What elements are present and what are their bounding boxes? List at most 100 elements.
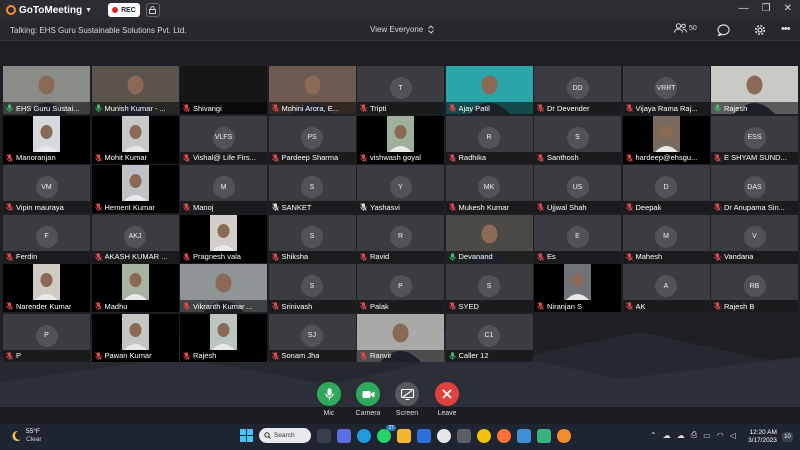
lock-button[interactable] [145, 3, 160, 17]
gear-icon[interactable] [754, 24, 766, 36]
battery-icon[interactable]: ▭ [703, 431, 711, 440]
participant-tile[interactable]: Ajay Patil [445, 66, 533, 114]
app-logo[interactable]: GoToMeeting ▼ [6, 5, 92, 16]
participant-tile[interactable]: AKJ AKASH KUMAR ... [91, 214, 179, 263]
participant-name: AK [635, 301, 646, 311]
participant-tile[interactable]: S SANKET [268, 165, 356, 213]
participant-tile[interactable]: Manoranjan [3, 115, 90, 164]
firefox-icon[interactable] [497, 428, 511, 443]
participant-nameplate: Mahesh [622, 250, 710, 263]
participant-tile[interactable]: Ranvir [357, 313, 444, 362]
screen-button-circle[interactable] [395, 382, 419, 406]
participant-tile[interactable]: ESS E SHYAM SUND... [711, 115, 798, 164]
participant-tile[interactable]: Hement Kumar [91, 165, 179, 213]
participant-tile[interactable]: S SYED [445, 264, 533, 312]
participant-tile[interactable]: PS Pardeep Sharma [268, 115, 356, 164]
participant-tile[interactable]: S Srinivash [268, 264, 356, 312]
participant-tile[interactable]: Rajesh [711, 66, 798, 114]
minimize-icon[interactable]: — [739, 3, 749, 14]
mic-button-circle[interactable] [317, 382, 341, 406]
chat-icon[interactable] [717, 24, 730, 36]
participant-tile[interactable]: VRRT Vijaya Rama Raj... [622, 66, 710, 114]
chevron-up-icon[interactable]: ⌃ [650, 431, 657, 440]
chrome-icon[interactable] [477, 428, 491, 443]
participant-tile[interactable]: E Es [534, 214, 621, 263]
participant-tile[interactable]: P Palak [357, 264, 444, 312]
leave-button-circle[interactable] [435, 382, 459, 406]
weather-widget[interactable]: 55°F Clear [10, 428, 42, 444]
cloud-icon[interactable]: ☁ [663, 431, 671, 440]
participant-tile[interactable]: SJ Sonam Jha [268, 313, 356, 362]
participant-tile[interactable]: R Ravid [357, 214, 444, 263]
edge-icon[interactable] [357, 428, 371, 443]
mic-off-icon [6, 203, 13, 211]
participant-tile[interactable]: VLFS Vishal@ Life Firs... [180, 115, 267, 164]
participant-tile[interactable]: V Vandana [711, 214, 798, 263]
windows-start-icon[interactable] [240, 429, 253, 442]
notification-badge[interactable]: 10 [782, 432, 793, 442]
participant-tile[interactable]: T Tripti [357, 66, 444, 114]
participant-tile[interactable]: Munish Kumar - ... [91, 66, 179, 114]
dell-icon[interactable] [437, 428, 451, 443]
wifi-icon[interactable]: ◠ [717, 431, 724, 440]
view-selector[interactable]: View Everyone [370, 25, 435, 34]
camera-button[interactable]: Camera [348, 382, 388, 417]
taskbar-search[interactable]: Search [259, 428, 311, 443]
participant-tile[interactable]: S Shiksha [268, 214, 356, 263]
screen-button[interactable]: Screen [387, 382, 427, 417]
app-icon[interactable] [457, 428, 471, 443]
gotomeeting-taskbar-icon[interactable] [557, 428, 571, 443]
photos-icon[interactable] [517, 428, 531, 443]
outlook-icon[interactable] [417, 428, 431, 443]
participant-tile[interactable]: Devanand [445, 214, 533, 263]
mic-button[interactable]: Mic [309, 382, 349, 417]
participant-tile[interactable]: RB Rajesh B [711, 264, 798, 312]
mic-off-icon [537, 203, 544, 211]
attendees-button[interactable]: 50 [674, 23, 697, 33]
speaker-icon[interactable]: ◁ [730, 431, 736, 440]
participant-tile[interactable]: hardeep@ehsgu... [622, 115, 710, 164]
participant-tile[interactable]: VM Vipin mauraya [3, 165, 90, 213]
participant-tile[interactable]: Mohit Kumar [91, 115, 179, 164]
participant-tile[interactable]: PP [3, 313, 90, 362]
task-view-icon[interactable] [317, 428, 331, 443]
participant-tile[interactable]: F Ferdin [3, 214, 90, 263]
participant-tile[interactable]: Pragnesh vala [180, 214, 267, 263]
participant-tile[interactable]: Mohini Arora, E... [268, 66, 356, 114]
camera-button-circle[interactable] [356, 382, 380, 406]
participant-tile[interactable]: M Manoj [180, 165, 267, 213]
participant-tile[interactable]: Shivangi [180, 66, 267, 114]
participant-tile[interactable]: D Deepak [622, 165, 710, 213]
participant-tile[interactable]: Vikranth Kumar ... [180, 264, 267, 312]
leave-button[interactable]: Leave [427, 382, 467, 417]
clock[interactable]: 12:20 AM 3/17/2023 [748, 429, 777, 445]
participant-tile[interactable]: vishwash goyal [357, 115, 444, 164]
participant-tile[interactable]: M Mahesh [622, 214, 710, 263]
close-icon[interactable]: ✕ [784, 3, 792, 14]
participant-tile[interactable]: DAS Dr Anupama Sin... [711, 165, 798, 213]
file-explorer-icon[interactable] [397, 428, 411, 443]
onedrive-icon[interactable]: ☁ [677, 431, 685, 440]
participant-tile[interactable]: US Ujjwal Shah [534, 165, 621, 213]
participant-tile[interactable]: Pawan Kumar [91, 313, 179, 362]
more-options-icon[interactable]: ••• [781, 23, 791, 35]
participant-tile[interactable]: A AK [622, 264, 710, 312]
participant-tile[interactable]: Niranjan S [534, 264, 621, 312]
restore-icon[interactable]: ❐ [762, 3, 771, 14]
store-icon[interactable] [537, 428, 551, 443]
whatsapp-icon[interactable]: 27 [377, 424, 396, 443]
participant-tile[interactable]: C1 Caller 12 [445, 313, 533, 362]
participant-tile[interactable]: Narender Kumar [3, 264, 90, 312]
participant-tile[interactable]: Rajesh [180, 313, 267, 362]
participant-tile[interactable]: S Santhosh [534, 115, 621, 164]
participant-tile[interactable]: R Radhika [445, 115, 533, 164]
participant-tile[interactable]: Y Yashasvi [357, 165, 444, 213]
participant-tile[interactable]: Madhu [91, 264, 179, 312]
participant-tile[interactable]: MK Mukesh Kumar [445, 165, 533, 213]
printer-icon[interactable]: ⎙ [691, 430, 697, 440]
participant-tile[interactable]: EHS Guru Sustai... [3, 66, 90, 114]
record-button[interactable]: REC [108, 3, 140, 17]
teams-chat-icon[interactable] [337, 428, 351, 443]
mic-off-icon [360, 203, 367, 211]
participant-tile[interactable]: DD Dr Devender [534, 66, 621, 114]
